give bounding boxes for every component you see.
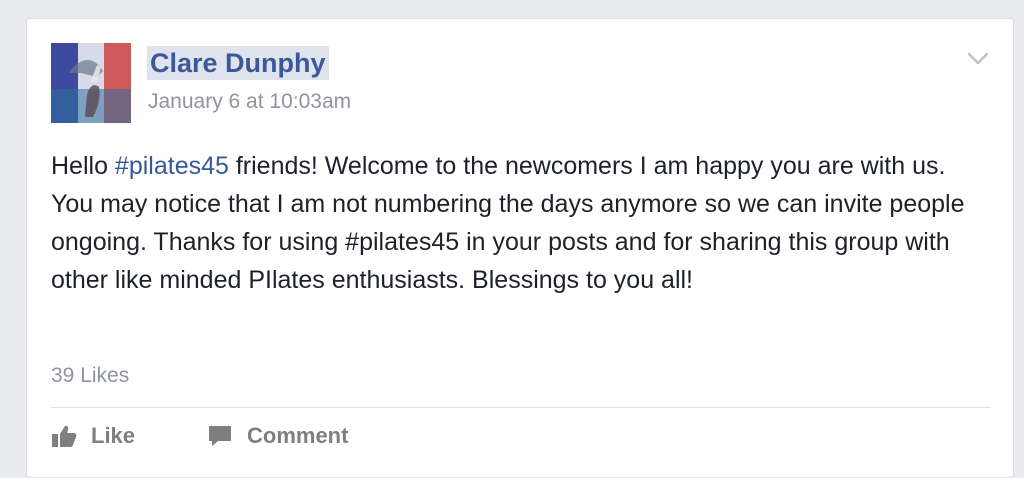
divider xyxy=(51,407,991,408)
post-card: Clare Dunphy January 6 at 10:03am Hello … xyxy=(26,18,1014,478)
comment-button[interactable]: Comment xyxy=(207,423,348,449)
author-name[interactable]: Clare Dunphy xyxy=(147,46,329,80)
like-label: Like xyxy=(91,423,136,448)
hashtag-link[interactable]: #pilates45 xyxy=(115,152,229,180)
post-text: Hello #pilates45 friends! Welcome to the… xyxy=(51,147,991,299)
speech-bubble-icon xyxy=(209,426,231,446)
avatar-image xyxy=(51,43,131,123)
author-avatar[interactable] xyxy=(51,43,131,123)
like-button[interactable]: Like xyxy=(51,423,135,449)
thumbs-up-icon xyxy=(52,425,77,447)
post-text-part: Hello xyxy=(51,152,115,180)
chevron-down-icon[interactable] xyxy=(965,45,991,71)
comment-label: Comment xyxy=(247,423,349,448)
likes-count[interactable]: 39 Likes xyxy=(51,364,129,388)
post-timestamp[interactable]: January 6 at 10:03am xyxy=(148,90,351,114)
